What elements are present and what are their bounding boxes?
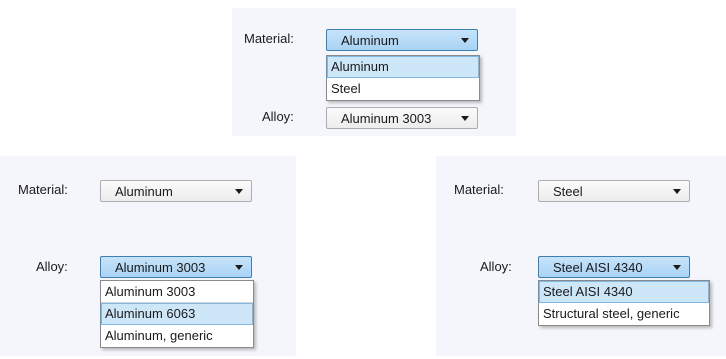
top-panel: Material: Aluminum Aluminum Steel Alloy:… [232,8,516,136]
alloy-dropdown: Aluminum 3003 Aluminum 6063 Aluminum, ge… [100,280,254,348]
material-combo-value: Aluminum [341,33,399,48]
alloy-combo[interactable]: Aluminum 3003 [326,107,478,129]
chevron-down-icon [461,38,469,43]
material-label: Material: [18,182,68,197]
alloy-label: Alloy: [262,109,294,124]
chevron-down-icon [461,116,469,121]
alloy-combo[interactable]: Steel AISI 4340 [538,256,690,278]
material-combo[interactable]: Steel [538,180,690,202]
option-steel-aisi-4340[interactable]: Steel AISI 4340 [539,281,709,303]
chevron-down-icon [673,265,681,270]
chevron-down-icon [673,189,681,194]
option-steel[interactable]: Steel [327,78,479,100]
option-aluminum-3003[interactable]: Aluminum 3003 [101,281,253,303]
material-combo[interactable]: Aluminum [100,180,252,202]
alloy-combo-value: Aluminum 3003 [341,111,432,126]
alloy-combo-value: Steel AISI 4340 [553,260,643,275]
option-aluminum-generic[interactable]: Aluminum, generic [101,325,253,347]
material-combo-value: Steel [553,184,583,199]
alloy-label: Alloy: [36,259,68,274]
alloy-dropdown: Steel AISI 4340 Structural steel, generi… [538,280,710,326]
material-combo[interactable]: Aluminum [326,29,478,51]
option-structural-steel-generic[interactable]: Structural steel, generic [539,303,709,325]
chevron-down-icon [235,189,243,194]
option-aluminum[interactable]: Aluminum [327,56,479,78]
material-combo-value: Aluminum [115,184,173,199]
material-dropdown: Aluminum Steel [326,55,480,101]
left-panel: Material: Aluminum Alloy: Aluminum 3003 … [0,156,296,356]
option-aluminum-6063[interactable]: Aluminum 6063 [101,303,253,325]
alloy-combo-value: Aluminum 3003 [115,260,206,275]
right-panel: Material: Steel Alloy: Steel AISI 4340 S… [436,156,726,356]
material-label: Material: [244,31,294,46]
chevron-down-icon [235,265,243,270]
material-label: Material: [454,182,504,197]
alloy-combo[interactable]: Aluminum 3003 [100,256,252,278]
alloy-label: Alloy: [480,259,512,274]
